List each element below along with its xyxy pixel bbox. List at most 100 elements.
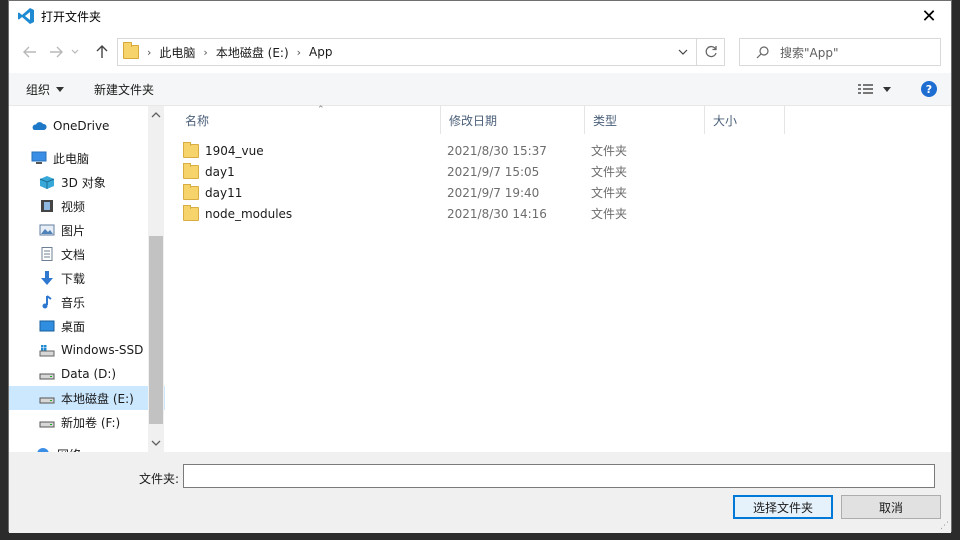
back-button[interactable] [19, 37, 41, 67]
drive-icon [39, 345, 55, 357]
caret-down-icon [56, 86, 65, 92]
new-folder-button[interactable]: 新建文件夹 [94, 73, 154, 105]
organize-menu[interactable]: 组织 [26, 73, 65, 105]
sidebar-item-drive-e[interactable]: 本地磁盘 (E:) [9, 386, 165, 410]
file-type: 文件夹 [591, 144, 628, 158]
computer-icon [31, 151, 47, 164]
drive-icon [39, 397, 55, 404]
picture-icon [39, 224, 55, 236]
sidebar-item-pictures[interactable]: 图片 [9, 218, 165, 242]
sidebar-item-videos[interactable]: 视频 [9, 194, 165, 218]
command-bar: 组织 新建文件夹 ? [9, 73, 951, 106]
sidebar-item-downloads[interactable]: 下载 [9, 266, 165, 290]
sidebar-item-music[interactable]: 音乐 [9, 290, 165, 314]
drive-icon [39, 373, 55, 380]
sidebar-item-label: Data (D:) [61, 367, 117, 381]
breadcrumb-app[interactable]: App [309, 45, 332, 59]
search-box[interactable]: 搜索"App" [739, 38, 941, 66]
close-icon: ✕ [921, 5, 937, 27]
sidebar-item-windows-ssd[interactable]: Windows-SSD [9, 338, 165, 362]
up-button[interactable] [91, 37, 113, 67]
column-header-type[interactable]: 类型 [585, 106, 705, 134]
video-icon [41, 200, 53, 212]
window-title: 打开文件夹 [41, 9, 102, 24]
caret-down-icon [883, 86, 891, 92]
sidebar-item-label: OneDrive [53, 119, 110, 133]
scroll-thumb[interactable] [149, 236, 163, 424]
address-history-button[interactable] [670, 39, 696, 65]
arrow-right-icon [50, 46, 63, 58]
sidebar-item-label: 新加卷 (F:) [61, 415, 121, 430]
document-icon [41, 247, 53, 261]
address-bar[interactable]: › 此电脑 › 本地磁盘 (E:) › App [117, 38, 697, 66]
search-placeholder: 搜索"App" [780, 45, 839, 60]
select-folder-button[interactable]: 选择文件夹 [733, 495, 833, 519]
sidebar-item-this-pc[interactable]: 此电脑 [9, 146, 165, 170]
file-row[interactable]: 1904_vue 2021/8/30 15:37 文件夹 [183, 140, 943, 161]
column-header-modified[interactable]: 修改日期 [441, 106, 585, 134]
view-details-icon [858, 84, 873, 94]
file-name: day11 [205, 185, 243, 200]
file-date: 2021/8/30 15:37 [447, 143, 547, 158]
sidebar-item-new-volume-f[interactable]: 新加卷 (F:) [9, 410, 165, 434]
file-row[interactable]: node_modules 2021/8/30 14:16 文件夹 [183, 203, 943, 224]
cancel-button[interactable]: 取消 [841, 495, 941, 519]
dialog-footer: 文件夹: 选择文件夹 取消 ⋰ [9, 452, 951, 533]
navigation-pane: OneDrive 此电脑 3D 对象 视频 图片 文档 下载 音乐 桌面 Win… [9, 106, 165, 452]
sidebar-item-label: 下载 [61, 271, 86, 286]
breadcrumb-drive-e[interactable]: 本地磁盘 (E:) [216, 44, 289, 61]
sidebar-item-label: 图片 [61, 223, 86, 238]
sidebar-item-desktop[interactable]: 桌面 [9, 314, 165, 338]
scroll-down-button[interactable] [148, 434, 164, 452]
sidebar-item-label: 本地磁盘 (E:) [61, 391, 134, 406]
column-label: 大小 [713, 113, 738, 128]
chevron-up-icon [151, 112, 161, 118]
file-row[interactable]: day1 2021/9/7 15:05 文件夹 [183, 161, 943, 182]
refresh-icon [705, 45, 717, 58]
folder-icon [183, 183, 199, 200]
folder-icon [123, 42, 139, 59]
file-type: 文件夹 [591, 186, 628, 200]
sidebar-item-label: 音乐 [61, 295, 86, 310]
forward-button[interactable] [45, 37, 67, 67]
column-header-size[interactable]: 大小 [705, 106, 785, 134]
sidebar-item-label: 3D 对象 [61, 175, 106, 190]
file-date: 2021/9/7 15:05 [447, 164, 540, 179]
sidebar-item-onedrive[interactable]: OneDrive [9, 114, 165, 138]
chevron-right-icon: › [147, 45, 152, 59]
vscode-icon [18, 8, 34, 24]
sidebar-item-documents[interactable]: 文档 [9, 242, 165, 266]
folder-name-input[interactable] [183, 464, 935, 488]
sidebar-item-label: 视频 [61, 199, 86, 214]
file-type: 文件夹 [591, 165, 628, 179]
scroll-up-button[interactable] [148, 106, 164, 124]
help-icon: ? [925, 82, 933, 96]
sidebar-item-data-d[interactable]: Data (D:) [9, 362, 165, 386]
arrow-left-icon [23, 46, 36, 58]
folder-icon [183, 162, 199, 179]
file-row[interactable]: day11 2021/9/7 19:40 文件夹 [183, 182, 943, 203]
sidebar-scrollbar[interactable] [148, 106, 164, 452]
breadcrumb-this-pc[interactable]: 此电脑 [159, 44, 195, 61]
sidebar-item-3d-objects[interactable]: 3D 对象 [9, 170, 165, 194]
close-button[interactable]: ✕ [907, 1, 951, 31]
organize-label: 组织 [26, 82, 51, 97]
resize-grip-icon[interactable]: ⋰ [940, 521, 949, 531]
music-icon [42, 295, 52, 309]
column-label: 修改日期 [449, 113, 498, 128]
folder-field-label: 文件夹: [139, 472, 180, 486]
view-options-button[interactable] [857, 73, 891, 105]
chevron-right-icon: › [296, 45, 302, 59]
help-button[interactable]: ? [921, 81, 937, 97]
file-list: ⌃ 名称 修改日期 类型 大小 1904_vue 2021/8/30 15:37… [165, 105, 951, 452]
navigation-bar: › 此电脑 › 本地磁盘 (E:) › App 搜索"App" [9, 37, 951, 67]
file-type: 文件夹 [591, 207, 628, 221]
column-header-name[interactable]: ⌃ 名称 [177, 105, 441, 134]
column-label: 类型 [593, 113, 618, 128]
sidebar-item-network[interactable]: 网络 [9, 442, 165, 452]
refresh-button[interactable] [697, 38, 725, 66]
title-bar: 打开文件夹 ✕ [9, 1, 951, 31]
file-name: node_modules [205, 206, 293, 221]
recent-locations-button[interactable] [67, 37, 83, 67]
file-name: day1 [205, 164, 235, 179]
